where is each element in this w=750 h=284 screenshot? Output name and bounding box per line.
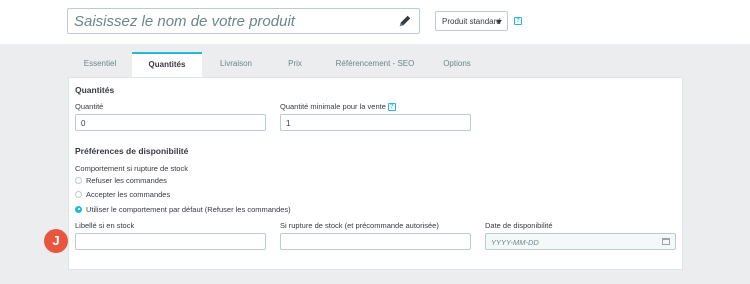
min-quantity-input[interactable]: 1 xyxy=(280,114,471,131)
in-stock-label: Libellé si en stock xyxy=(75,221,135,230)
availability-date-input[interactable]: YYYY-MM-DD xyxy=(485,233,676,250)
min-quantity-label: Quantité minimale pour la vente? xyxy=(280,102,396,112)
radio-label: Accepter les commandes xyxy=(86,189,171,199)
product-type-value: Produit standard xyxy=(442,17,501,26)
date-placeholder: YYYY-MM-DD xyxy=(491,238,539,247)
backorder-input[interactable] xyxy=(280,233,471,250)
quantities-title: Quantités xyxy=(75,85,115,95)
product-name-input[interactable]: Saisissez le nom de votre produit xyxy=(67,8,420,34)
radio-button[interactable] xyxy=(75,190,82,198)
product-header: Saisissez le nom de votre produit Produi… xyxy=(0,0,750,44)
quantity-input[interactable]: 0 xyxy=(75,114,266,131)
annotation-marker: J xyxy=(44,229,68,253)
quantity-label: Quantité xyxy=(75,102,104,111)
tab-options[interactable]: Options xyxy=(430,52,484,77)
product-tabs: Essentiel Quantités Livraison Prix Référ… xyxy=(68,52,683,77)
help-icon[interactable]: ? xyxy=(514,17,522,25)
help-icon[interactable]: ? xyxy=(387,103,396,112)
radio-label: Utiliser le comportement par défaut (Ref… xyxy=(86,204,291,214)
tab-referencement-seo[interactable]: Référencement - SEO xyxy=(320,52,430,77)
radio-button-checked[interactable] xyxy=(75,205,82,213)
in-stock-input[interactable] xyxy=(75,233,266,250)
stock-behavior-label: Comportement si rupture de stock xyxy=(75,164,188,173)
quantities-panel: Quantités Quantité 0 Quantité minimale p… xyxy=(68,77,683,270)
tab-livraison[interactable]: Livraison xyxy=(202,52,270,77)
calendar-icon xyxy=(662,238,670,245)
radio-button[interactable] xyxy=(75,176,82,184)
min-quantity-label-text: Quantité minimale pour la vente xyxy=(280,102,386,111)
radio-refuse-orders[interactable]: Refuser les commandes xyxy=(75,175,167,185)
backorder-label: Si rupture de stock (et précommande auto… xyxy=(280,221,439,230)
radio-label: Refuser les commandes xyxy=(86,175,167,185)
radio-default-behavior[interactable]: Utiliser le comportement par défaut (Ref… xyxy=(75,204,291,214)
pencil-icon xyxy=(399,15,411,27)
radio-accept-orders[interactable]: Accepter les commandes xyxy=(75,189,170,199)
tab-quantites[interactable]: Quantités xyxy=(132,52,202,77)
chevron-down-icon xyxy=(496,20,502,24)
product-name-placeholder: Saisissez le nom de votre produit xyxy=(74,13,295,30)
tab-prix[interactable]: Prix xyxy=(270,52,320,77)
product-type-select[interactable]: Produit standard xyxy=(435,11,508,31)
tab-essentiel[interactable]: Essentiel xyxy=(68,52,132,77)
availability-date-label: Date de disponibilité xyxy=(485,221,553,230)
availability-title: Préférences de disponibilité xyxy=(75,146,189,156)
